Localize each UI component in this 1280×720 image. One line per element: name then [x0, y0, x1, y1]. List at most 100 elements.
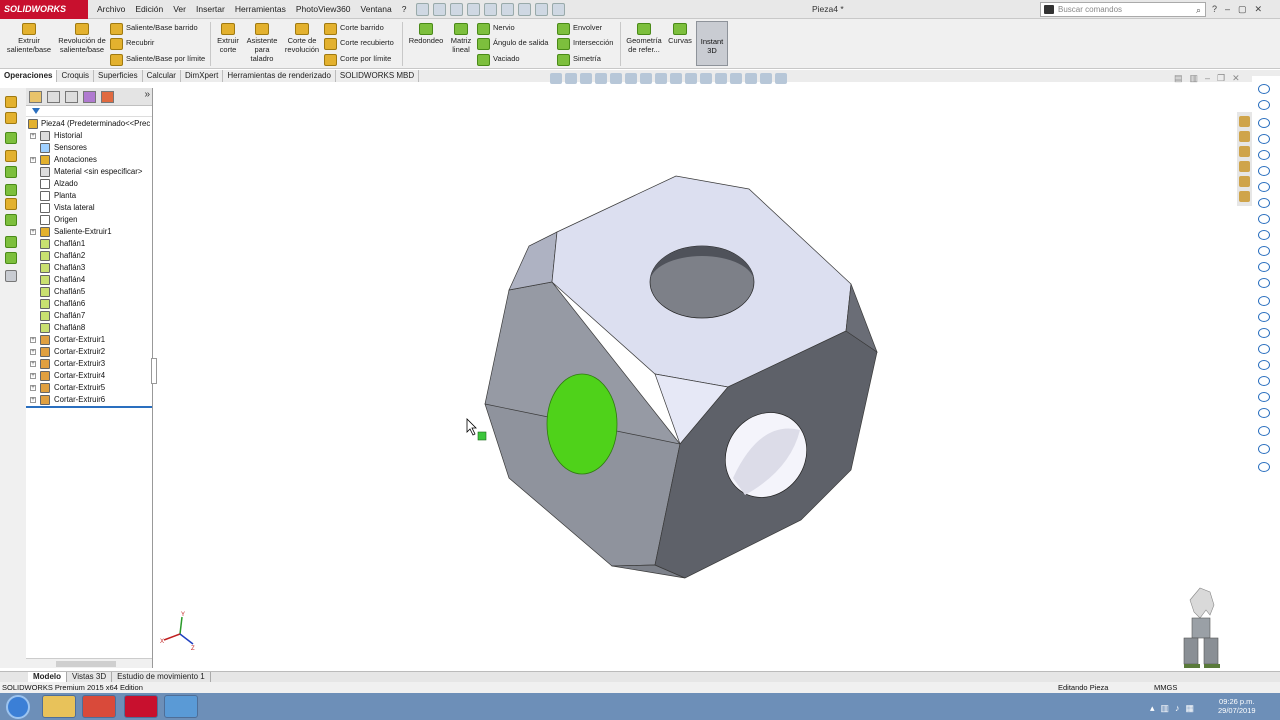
resources-icon[interactable]: [1239, 116, 1250, 127]
tree-item-origen[interactable]: Origen: [26, 214, 152, 226]
tree-item-sensores[interactable]: Sensores: [26, 142, 152, 154]
previous-view-icon[interactable]: [610, 73, 622, 84]
maximize-button[interactable]: ▢: [1238, 0, 1247, 19]
status-units[interactable]: MMGS: [1154, 682, 1177, 693]
extrude-cut-button[interactable]: Extruir corte: [213, 19, 243, 54]
sum-icon[interactable]: [550, 73, 562, 84]
instant2d-icon[interactable]: [1258, 462, 1270, 472]
edit-appearance-icon[interactable]: [685, 73, 697, 84]
revolve-boss-button[interactable]: Revolución de saliente/base: [56, 19, 108, 54]
slot-icon[interactable]: [1258, 150, 1270, 160]
tree-item-alzado[interactable]: Alzado: [26, 178, 152, 190]
tree-item-vista-lateral[interactable]: Vista lateral: [26, 202, 152, 214]
close-button[interactable]: ✕: [1255, 0, 1263, 19]
doc-restore-icon[interactable]: ❐: [1217, 73, 1225, 84]
explorer-taskbar-icon[interactable]: [42, 695, 76, 718]
feature-tree-scrollbar[interactable]: [26, 658, 152, 668]
network-icon[interactable]: ▥: [1161, 703, 1170, 714]
zoom-fit-icon[interactable]: [580, 73, 592, 84]
tree-item-chamfer[interactable]: Chaflán8: [26, 322, 152, 334]
convert-icon[interactable]: [1258, 312, 1270, 322]
tree-item-historial[interactable]: + Historial: [26, 130, 152, 142]
boundary-boss-button[interactable]: Saliente/Base por límite: [110, 53, 205, 66]
tree-item-extrude[interactable]: + Saliente-Extruir1: [26, 226, 152, 238]
instant3d-tool-icon[interactable]: [5, 270, 17, 282]
view-orientation-icon[interactable]: [640, 73, 652, 84]
mirror-sketch-icon[interactable]: [1258, 344, 1270, 354]
language-icon[interactable]: ▦: [1186, 703, 1195, 714]
app-taskbar-icon[interactable]: [164, 695, 198, 718]
taskbar-clock[interactable]: 09:26 p.m. 29/07/2019: [1218, 697, 1256, 715]
menu-ventana[interactable]: Ventana: [356, 0, 397, 19]
print-icon[interactable]: [467, 3, 480, 16]
rectangle-icon[interactable]: [1258, 134, 1270, 144]
property-manager-tab-icon[interactable]: [47, 91, 60, 103]
render-icon[interactable]: [745, 73, 757, 84]
rebuild-icon[interactable]: [518, 3, 531, 16]
hide-show-icon[interactable]: [670, 73, 682, 84]
hole-wizard-button[interactable]: Asistente para taladro: [244, 19, 280, 63]
tree-item-anotaciones[interactable]: + Anotaciones: [26, 154, 152, 166]
cut-tool-icon[interactable]: [5, 112, 17, 124]
dome-tool-icon[interactable]: [5, 198, 17, 210]
circle-icon[interactable]: [1258, 166, 1270, 176]
chrome-taskbar-icon[interactable]: [82, 695, 116, 718]
new-icon[interactable]: [416, 3, 429, 16]
tree-item-chamfer[interactable]: Chaflán5: [26, 286, 152, 298]
rollback-bar[interactable]: [26, 406, 152, 408]
display-style-icon[interactable]: [655, 73, 667, 84]
scene-icon[interactable]: [700, 73, 712, 84]
boundary-cut-button[interactable]: Corte por límite: [324, 53, 391, 66]
offset-icon[interactable]: [1258, 328, 1270, 338]
scroll-thumb[interactable]: [56, 661, 116, 667]
tree-item-chamfer[interactable]: Chaflán1: [26, 238, 152, 250]
shell-tool-icon[interactable]: [5, 166, 17, 178]
tab-vistas-3d[interactable]: Vistas 3D: [67, 672, 113, 682]
tree-item-cut[interactable]: + Cortar-Extruir4: [26, 370, 152, 382]
tree-item-chamfer[interactable]: Chaflán2: [26, 250, 152, 262]
menu-photoview[interactable]: PhotoView360: [291, 0, 356, 19]
cube-icon[interactable]: [730, 73, 742, 84]
linear-pattern-button[interactable]: Matriz lineal: [448, 19, 474, 54]
help-button[interactable]: ?: [1212, 0, 1217, 19]
loft-button[interactable]: Recubrir: [110, 37, 154, 50]
repair-icon[interactable]: [1258, 408, 1270, 418]
pattern-tool-icon[interactable]: [5, 214, 17, 226]
menu-herramientas[interactable]: Herramientas: [230, 0, 291, 19]
draft-button[interactable]: Ángulo de salida: [477, 37, 548, 50]
shell-button[interactable]: Vaciado: [477, 53, 520, 66]
tab-croquis[interactable]: Croquis: [57, 70, 95, 82]
tile-icon[interactable]: ▤: [1174, 73, 1183, 84]
measure-icon[interactable]: [565, 73, 577, 84]
expand-panel-icon[interactable]: »: [144, 89, 150, 100]
appearance-icon[interactable]: [760, 73, 772, 84]
custom-properties-icon[interactable]: [1239, 191, 1250, 202]
select-icon[interactable]: [501, 3, 514, 16]
lofted-cut-button[interactable]: Corte recubierto: [324, 37, 394, 50]
pattern-sketch-icon[interactable]: [1258, 360, 1270, 370]
rib-button[interactable]: Nervio: [477, 22, 515, 35]
undo-icon[interactable]: [484, 3, 497, 16]
swept-cut-button[interactable]: Corte barrido: [324, 22, 384, 35]
tab-calcular[interactable]: Calcular: [143, 70, 181, 82]
tree-item-cut[interactable]: + Cortar-Extruir3: [26, 358, 152, 370]
mirror-button[interactable]: Simetría: [557, 53, 601, 66]
tab-estudio-movimiento[interactable]: Estudio de movimiento 1: [112, 672, 211, 682]
file-explorer-icon[interactable]: [1239, 146, 1250, 157]
rib-tool-icon[interactable]: [5, 150, 17, 162]
search-input[interactable]: Buscar comandos ⌕: [1040, 2, 1206, 17]
graphics-area[interactable]: Y X Z: [153, 88, 1252, 670]
view-settings-icon[interactable]: [715, 73, 727, 84]
feature-tree-tab-icon[interactable]: [29, 91, 42, 103]
smart-dimension-icon[interactable]: [1258, 100, 1270, 110]
tray-arrow-icon[interactable]: ▴: [1150, 703, 1155, 714]
fillet-sketch-icon[interactable]: [1258, 214, 1270, 224]
intersect-button[interactable]: Intersección: [557, 37, 613, 50]
relations-icon[interactable]: [1258, 392, 1270, 402]
tree-item-chamfer[interactable]: Chaflán6: [26, 298, 152, 310]
selected-hole-face[interactable]: [546, 373, 618, 475]
sketch-icon[interactable]: [1258, 84, 1270, 94]
spline-icon[interactable]: [1258, 198, 1270, 208]
tree-item-chamfer[interactable]: Chaflán4: [26, 274, 152, 286]
save-icon[interactable]: [450, 3, 463, 16]
